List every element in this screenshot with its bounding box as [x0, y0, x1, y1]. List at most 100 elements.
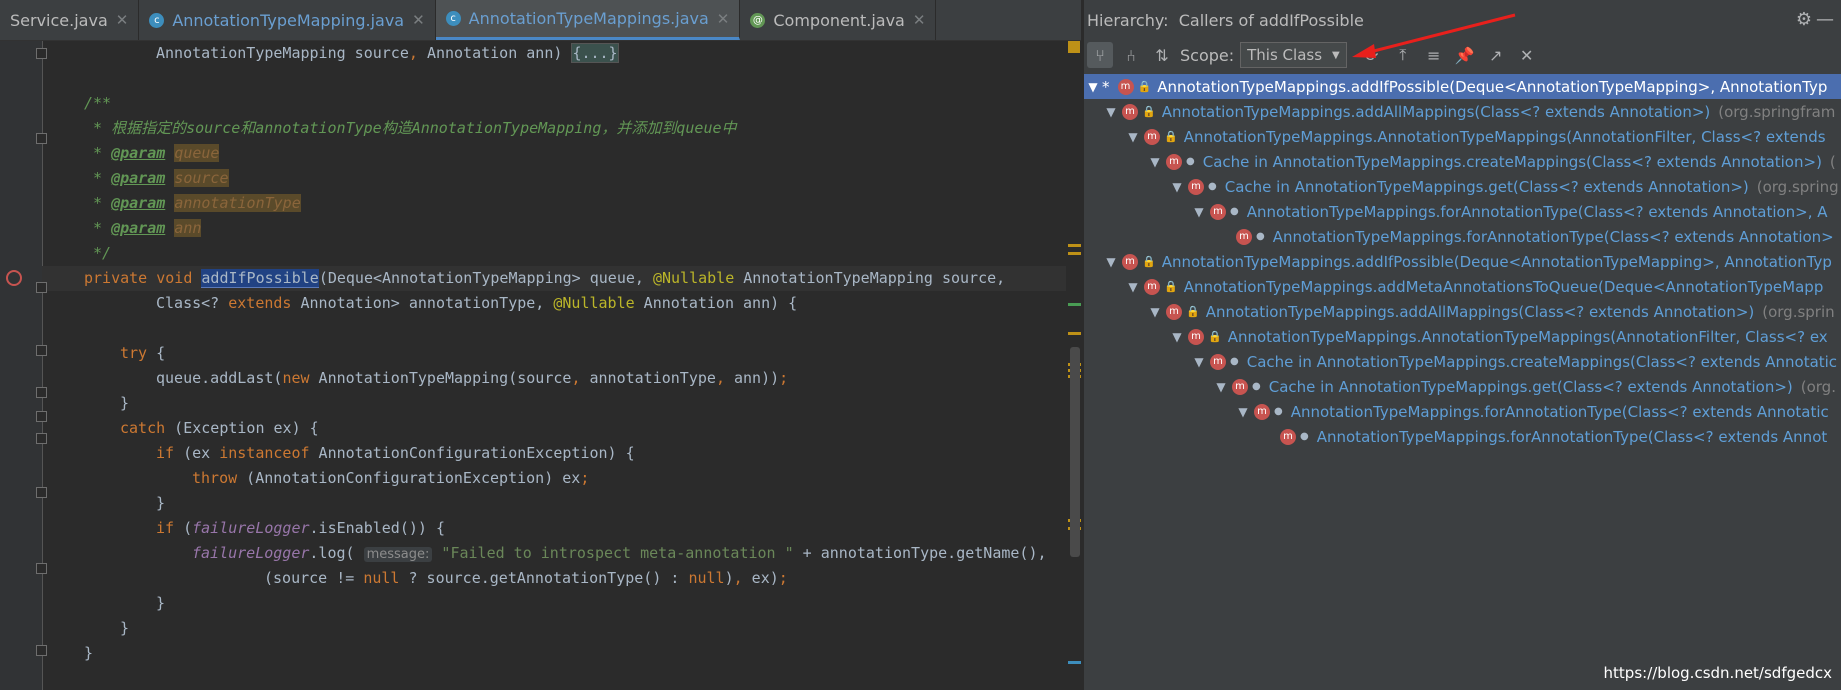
lock-icon: 🔒	[1164, 280, 1178, 293]
method-icon: m	[1188, 178, 1204, 195]
tree-node[interactable]: ▼ m 🔒 AnnotationTypeMappings.AnnotationType…	[1084, 324, 1841, 349]
tab-label: AnnotationTypeMapping.java	[172, 10, 405, 30]
editor-tab-bar: Service.java ✕ c AnnotationTypeMapping.j…	[0, 0, 1081, 41]
parameter-hint: message:	[363, 547, 433, 562]
code-line: * @param annotationType	[84, 194, 301, 212]
minimize-icon[interactable]: —	[1816, 9, 1834, 30]
close-icon[interactable]: ✕	[116, 11, 129, 29]
chevron-down-icon[interactable]: ▼	[1168, 330, 1186, 344]
method-breakpoint-icon[interactable]	[6, 270, 22, 286]
tree-node[interactable]: ▼ m 🔒 AnnotationTypeMappings.addAllMappings…	[1084, 299, 1841, 324]
chevron-down-icon[interactable]: ▼	[1084, 80, 1102, 94]
tab-annotation-type-mappings-java[interactable]: c AnnotationTypeMappings.java ✕	[435, 0, 741, 40]
code-line: * @param ann	[84, 219, 202, 237]
code-line: /**	[84, 94, 112, 112]
method-icon: m	[1166, 153, 1182, 170]
marker[interactable]	[1068, 661, 1081, 664]
close-icon[interactable]: ✕	[412, 11, 425, 29]
close-icon[interactable]: ✕	[717, 10, 730, 28]
lock-icon: 🔒	[1208, 330, 1222, 343]
caller-hierarchy-button[interactable]: ⑂	[1087, 42, 1113, 68]
lock-icon: 🔒	[1142, 255, 1156, 268]
chevron-down-icon[interactable]: ▼	[1124, 280, 1142, 294]
chevron-down-icon[interactable]: ▼	[1212, 380, 1230, 394]
fold-icon[interactable]	[36, 411, 47, 422]
chevron-down-icon: ▼	[1332, 49, 1340, 61]
chevron-down-icon[interactable]: ▼	[1190, 205, 1208, 219]
callee-hierarchy-button[interactable]: ⑃	[1118, 42, 1144, 68]
warning-marker[interactable]	[1068, 41, 1080, 53]
close-icon[interactable]: ✕	[913, 11, 926, 29]
chevron-down-icon[interactable]: ▼	[1168, 180, 1186, 194]
code-line: }	[120, 619, 130, 637]
fold-icon[interactable]	[36, 48, 47, 59]
fold-icon[interactable]	[36, 433, 47, 444]
annotation-icon: @	[750, 12, 766, 28]
method-icon: m	[1188, 328, 1204, 345]
method-icon: m	[1210, 203, 1226, 220]
red-arrow-annotation	[1352, 13, 1516, 58]
lock-icon: 🔒	[1142, 105, 1156, 118]
fold-icon[interactable]	[36, 563, 47, 574]
chevron-down-icon[interactable]: ▼	[1102, 105, 1120, 119]
tree-node[interactable]: ▼ * m 🔒 AnnotationTypeMappings.addIfPossible…	[1084, 74, 1841, 99]
method-icon: m	[1236, 228, 1252, 245]
marker[interactable]	[1068, 303, 1081, 306]
hierarchy-panel: Hierarchy: Callers of addIfPossible ⚙ — …	[1083, 0, 1841, 690]
code-line: * @param source	[84, 169, 229, 187]
editor-scrollbar[interactable]	[1070, 347, 1080, 557]
tree-node[interactable]: m ● AnnotationTypeMappings.forAnnotationTy…	[1084, 424, 1841, 449]
code-editor[interactable]: AnnotationTypeMapping source, Annotation…	[0, 41, 1081, 690]
marker[interactable]	[1068, 244, 1081, 247]
tree-node[interactable]: ▼ m ● AnnotationTypeMappings.forAnnotationT…	[1084, 399, 1841, 424]
tab-service-java[interactable]: Service.java ✕	[0, 0, 140, 40]
tree-node[interactable]: ▼ m ● Cache in AnnotationTypeMappings.get(C…	[1084, 174, 1841, 199]
marker[interactable]	[1068, 252, 1081, 255]
watermark: https://blog.csdn.net/sdfgedcx	[1603, 664, 1832, 682]
tab-component-java[interactable]: @ Component.java ✕	[740, 0, 937, 40]
chevron-down-icon[interactable]: ▼	[1146, 155, 1164, 169]
fold-icon[interactable]	[36, 345, 47, 356]
tree-node[interactable]: ▼ m ● AnnotationTypeMappings.forAnnotationT…	[1084, 199, 1841, 224]
chevron-down-icon[interactable]: ▼	[1146, 305, 1164, 319]
code-line: if (ex instanceof AnnotationConfiguratio…	[156, 444, 635, 462]
lock-icon: 🔒	[1164, 130, 1178, 143]
tree-node[interactable]: ▼ m 🔒 AnnotationTypeMappings.addMetaAnnotat…	[1084, 274, 1841, 299]
panel-subtitle: Callers of addIfPossible	[1178, 10, 1364, 30]
lock-icon: 🔒	[1186, 305, 1200, 318]
code-line: (source != null ? source.getAnnotationTy…	[264, 569, 788, 587]
scope-dropdown[interactable]: This Class ▼	[1240, 42, 1347, 68]
fold-icon[interactable]	[36, 387, 47, 398]
code-line: }	[156, 494, 166, 512]
scope-label: Scope:	[1180, 45, 1235, 65]
fold-icon[interactable]	[36, 487, 47, 498]
fold-icon[interactable]	[36, 133, 47, 144]
tab-annotation-type-mapping-java[interactable]: c AnnotationTypeMapping.java ✕	[139, 0, 436, 40]
tree-node[interactable]: ▼ m ● Cache in AnnotationTypeMappings.creat…	[1084, 149, 1841, 174]
code-line: catch (Exception ex) {	[120, 419, 319, 437]
tree-node[interactable]: ▼ m ● Cache in AnnotationTypeMappings.creat…	[1084, 349, 1841, 374]
fold-icon[interactable]	[36, 282, 47, 293]
method-name-highlight[interactable]: addIfPossible	[201, 269, 319, 288]
tree-node[interactable]: m ● AnnotationTypeMappings.forAnnotationTy…	[1084, 224, 1841, 249]
chevron-down-icon[interactable]: ▼	[1124, 130, 1142, 144]
chevron-down-icon[interactable]: ▼	[1234, 405, 1252, 419]
code-line: queue.addLast(new AnnotationTypeMapping(…	[156, 369, 789, 387]
class-icon: c	[445, 11, 461, 26]
call-hierarchy-tree[interactable]: ▼ * m 🔒 AnnotationTypeMappings.addIfPossible…	[1084, 74, 1841, 449]
sort-alphabetically-button[interactable]: ⇅	[1149, 42, 1175, 68]
code-line: if (failureLogger.isEnabled()) {	[156, 519, 445, 537]
chevron-down-icon[interactable]: ▼	[1102, 255, 1120, 269]
tree-node[interactable]: ▼ m 🔒 AnnotationTypeMappings.AnnotationType…	[1084, 124, 1841, 149]
tree-node[interactable]: ▼ m ● Cache in AnnotationTypeMappings.get(C…	[1084, 374, 1841, 399]
gear-icon[interactable]: ⚙	[1796, 9, 1812, 30]
marker[interactable]	[1068, 332, 1081, 335]
fold-icon[interactable]	[36, 645, 47, 656]
tree-node[interactable]: ▼ m 🔒 AnnotationTypeMappings.addAllMappings…	[1084, 99, 1841, 124]
code-line: * 根据指定的source和annotationType构造Annotation…	[84, 119, 737, 137]
method-icon: m	[1254, 403, 1270, 420]
folded-code[interactable]: {...}	[571, 43, 619, 63]
chevron-down-icon[interactable]: ▼	[1190, 355, 1208, 369]
tree-node[interactable]: ▼ m 🔒 AnnotationTypeMappings.addIfPossible(…	[1084, 249, 1841, 274]
code-line: private void addIfPossible(Deque<Annotat…	[84, 269, 1006, 288]
